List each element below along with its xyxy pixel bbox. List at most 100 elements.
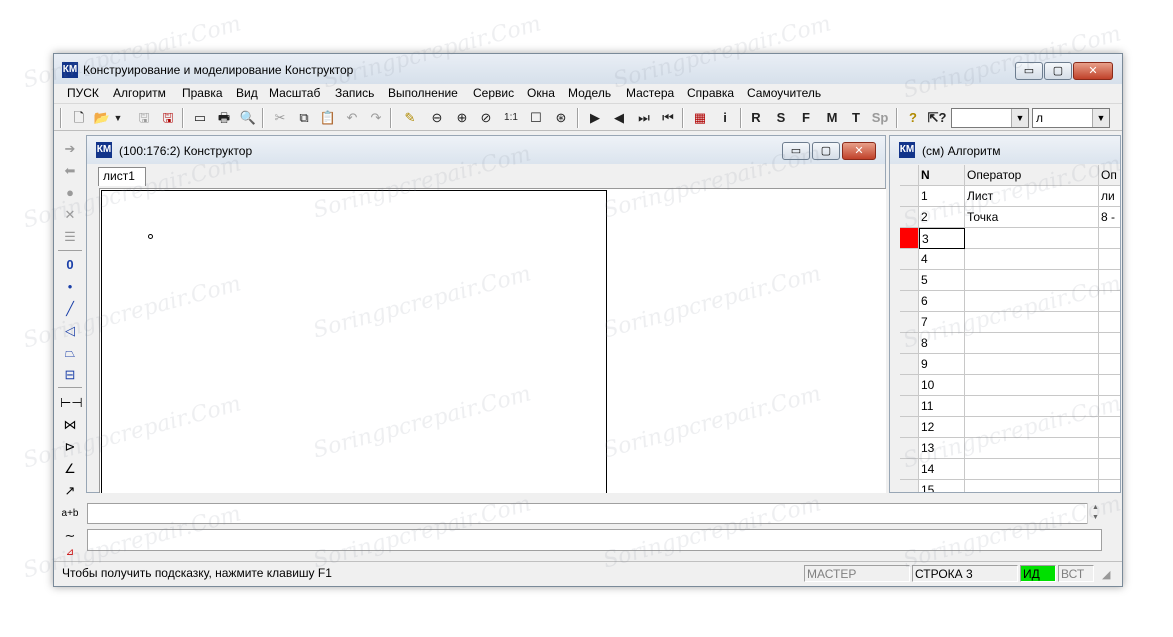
cell-operand[interactable]	[1099, 480, 1120, 492]
cell-n[interactable]: 10	[919, 375, 965, 396]
constructor-maximize-button[interactable]: ▢	[812, 142, 840, 160]
cell-operator[interactable]	[965, 291, 1099, 312]
cell-n[interactable]: 4	[919, 249, 965, 270]
zoom-icon[interactable]: ⊘	[476, 108, 496, 128]
angle-line-icon[interactable]: ◁	[60, 321, 80, 341]
cell-operator[interactable]	[965, 480, 1099, 492]
cell-operand[interactable]	[1099, 333, 1120, 354]
zoom-plus-minus-icon[interactable]: ⊛	[551, 108, 571, 128]
s-button[interactable]: S	[771, 108, 791, 128]
column-header-n[interactable]: N	[919, 165, 965, 186]
cell-operator[interactable]: Точка	[965, 207, 1099, 228]
curve-input[interactable]	[87, 529, 1102, 551]
menu-algorithm[interactable]: Алгоритм	[113, 84, 166, 103]
cell-operator[interactable]	[965, 333, 1099, 354]
cell-n[interactable]: 8	[919, 333, 965, 354]
cell-operand[interactable]	[1099, 375, 1120, 396]
zoom-in-icon[interactable]: ⊕	[452, 108, 472, 128]
drawing-area[interactable]	[99, 188, 886, 493]
row-indicator[interactable]	[900, 480, 919, 492]
print-icon[interactable]: 🖶	[214, 108, 234, 128]
point-marker[interactable]	[148, 234, 153, 239]
menu-tutorial[interactable]: Самоучитель	[747, 84, 821, 103]
menu-edit[interactable]: Правка	[182, 84, 223, 103]
new-file-icon[interactable]: 🗋	[69, 108, 89, 128]
formula-button[interactable]: a+b	[60, 504, 80, 524]
row-indicator[interactable]	[900, 354, 919, 375]
cell-n[interactable]: 9	[919, 354, 965, 375]
delete-x-icon[interactable]: ✕	[60, 205, 80, 225]
cell-operator[interactable]	[965, 312, 1099, 333]
cell-operand[interactable]	[1099, 249, 1120, 270]
row-indicator[interactable]	[900, 270, 919, 291]
cell-operand[interactable]	[1099, 438, 1120, 459]
cell-n[interactable]: 1	[919, 186, 965, 207]
cell-operand[interactable]	[1099, 312, 1120, 333]
special-icon[interactable]: ⊿	[60, 543, 80, 563]
split-rect-icon[interactable]: ⊟	[60, 365, 80, 385]
algorithm-title-bar[interactable]: КМ (см) Алгоритм	[890, 136, 1120, 164]
menu-model[interactable]: Модель	[568, 84, 611, 103]
sp-button[interactable]: Sp	[870, 108, 890, 128]
chevron-down-icon[interactable]: ▼	[1011, 109, 1028, 127]
cell-n[interactable]: 12	[919, 417, 965, 438]
cell-operator[interactable]	[965, 354, 1099, 375]
row-indicator[interactable]	[900, 396, 919, 417]
cell-n[interactable]: 11	[919, 396, 965, 417]
trapezoid-icon[interactable]: ⏢	[60, 343, 80, 363]
circle-icon[interactable]: ●	[60, 183, 80, 203]
cell-operand[interactable]	[1099, 270, 1120, 291]
menu-help[interactable]: Справка	[687, 84, 734, 103]
menu-view[interactable]: Вид	[236, 84, 258, 103]
row-indicator[interactable]	[900, 417, 919, 438]
step-start-icon[interactable]: ⏮	[658, 108, 678, 128]
cell-n[interactable]: 13	[919, 438, 965, 459]
redo-icon[interactable]: ↷	[366, 108, 386, 128]
cell-operator[interactable]	[965, 459, 1099, 480]
step-back-icon[interactable]: ◀	[609, 108, 629, 128]
paste-icon[interactable]: 📋	[318, 108, 338, 128]
menu-scale[interactable]: Масштаб	[269, 84, 320, 103]
column-header-operator[interactable]: Оператор	[965, 165, 1099, 186]
cell-n[interactable]: 7	[919, 312, 965, 333]
cell-n[interactable]: 2	[919, 207, 965, 228]
undo-icon[interactable]: ↶	[342, 108, 362, 128]
row-indicator[interactable]	[900, 438, 919, 459]
cell-operator[interactable]	[965, 249, 1099, 270]
title-bar[interactable]: КМ Конструирование и моделирование Конст…	[54, 54, 1122, 84]
cell-operator[interactable]	[965, 396, 1099, 417]
cell-operand[interactable]	[1099, 354, 1120, 375]
maximize-button[interactable]: ▢	[1044, 62, 1072, 80]
zoom-out-icon[interactable]: ⊖	[427, 108, 447, 128]
chevron-down-icon[interactable]: ▼	[1092, 109, 1109, 127]
column-header-operand[interactable]: Оп	[1099, 165, 1120, 186]
r-button[interactable]: R	[746, 108, 766, 128]
pencil-icon[interactable]: ✎	[400, 108, 420, 128]
zero-button[interactable]: 0	[60, 255, 80, 275]
line-icon[interactable]: ╱	[60, 299, 80, 319]
help-icon[interactable]: ?	[903, 108, 923, 128]
arrow-left-icon[interactable]: ⬅	[60, 161, 80, 181]
print-preview-icon[interactable]: 🔍	[238, 108, 258, 128]
cell-operand[interactable]	[1099, 459, 1120, 480]
arrow-right-icon[interactable]: ➔	[60, 139, 80, 159]
constructor-close-button[interactable]: ✕	[842, 142, 876, 160]
point-icon[interactable]: •	[60, 277, 80, 297]
info-button[interactable]: i	[715, 108, 735, 128]
zoom-window-icon[interactable]: ☐	[526, 108, 546, 128]
menu-wizards[interactable]: Мастера	[626, 84, 674, 103]
f-button[interactable]: F	[796, 108, 816, 128]
zoom-1-1-icon[interactable]: 1:1	[501, 108, 521, 128]
row-indicator[interactable]	[900, 459, 919, 480]
cell-operand[interactable]: 8 -	[1099, 207, 1120, 228]
cell-operand[interactable]	[1099, 417, 1120, 438]
formula-input[interactable]	[87, 503, 1102, 524]
save-icon[interactable]: 🖫	[134, 108, 154, 128]
resize-grip-icon[interactable]: ◢	[1102, 568, 1116, 582]
menu-record[interactable]: Запись	[335, 84, 374, 103]
constructor-minimize-button[interactable]: ▭	[782, 142, 810, 160]
copy-icon[interactable]: ⧉	[294, 108, 314, 128]
cell-operand[interactable]	[1099, 228, 1120, 249]
row-indicator[interactable]	[900, 249, 919, 270]
m-button[interactable]: M	[822, 108, 842, 128]
